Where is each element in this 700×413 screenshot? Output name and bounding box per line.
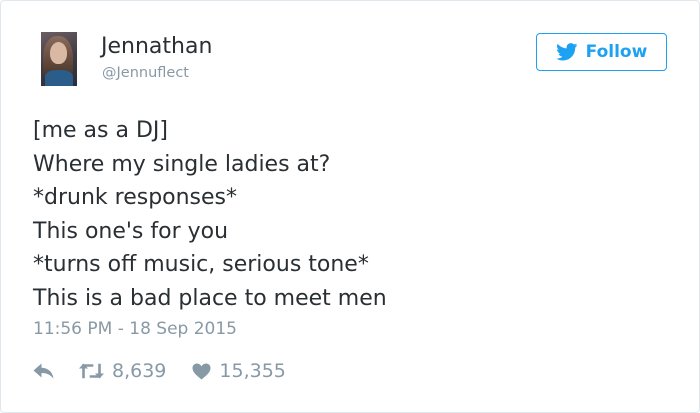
tweet-timestamp[interactable]: 11:56 PM - 18 Sep 2015 — [33, 318, 237, 340]
like-count: 15,355 — [219, 360, 286, 382]
tweet-line: This one's for you — [33, 218, 229, 244]
retweet-count: 8,639 — [112, 360, 167, 382]
twitter-bird-icon — [555, 43, 578, 61]
tweet-text: [me as a DJ] Where my single ladies at? … — [33, 114, 387, 315]
avatar[interactable] — [41, 32, 77, 86]
user-handle[interactable]: @Jennuflect — [102, 64, 189, 82]
display-name[interactable]: Jennathan — [101, 34, 212, 60]
tweet-line: *drunk responses* — [33, 185, 238, 210]
heart-icon — [192, 363, 211, 379]
tweet-line: [me as a DJ] — [33, 118, 168, 143]
tweet-card: Jennathan @Jennuflect Follow [me as a DJ… — [0, 0, 700, 413]
tweet-line: Where my single ladies at? — [33, 151, 331, 177]
follow-button[interactable]: Follow — [536, 33, 667, 71]
retweet-icon — [79, 363, 104, 379]
retweet-button[interactable]: 8,639 — [79, 359, 166, 383]
follow-label: Follow — [585, 42, 648, 62]
reply-icon — [33, 363, 54, 379]
tweet-line: This is a bad place to meet men — [33, 285, 387, 311]
tweet-line: *turns off music, serious tone* — [33, 252, 369, 277]
like-button[interactable]: 15,355 — [192, 359, 286, 383]
reply-button[interactable] — [33, 363, 55, 379]
tweet-actions: 8,639 15,355 — [33, 357, 286, 385]
